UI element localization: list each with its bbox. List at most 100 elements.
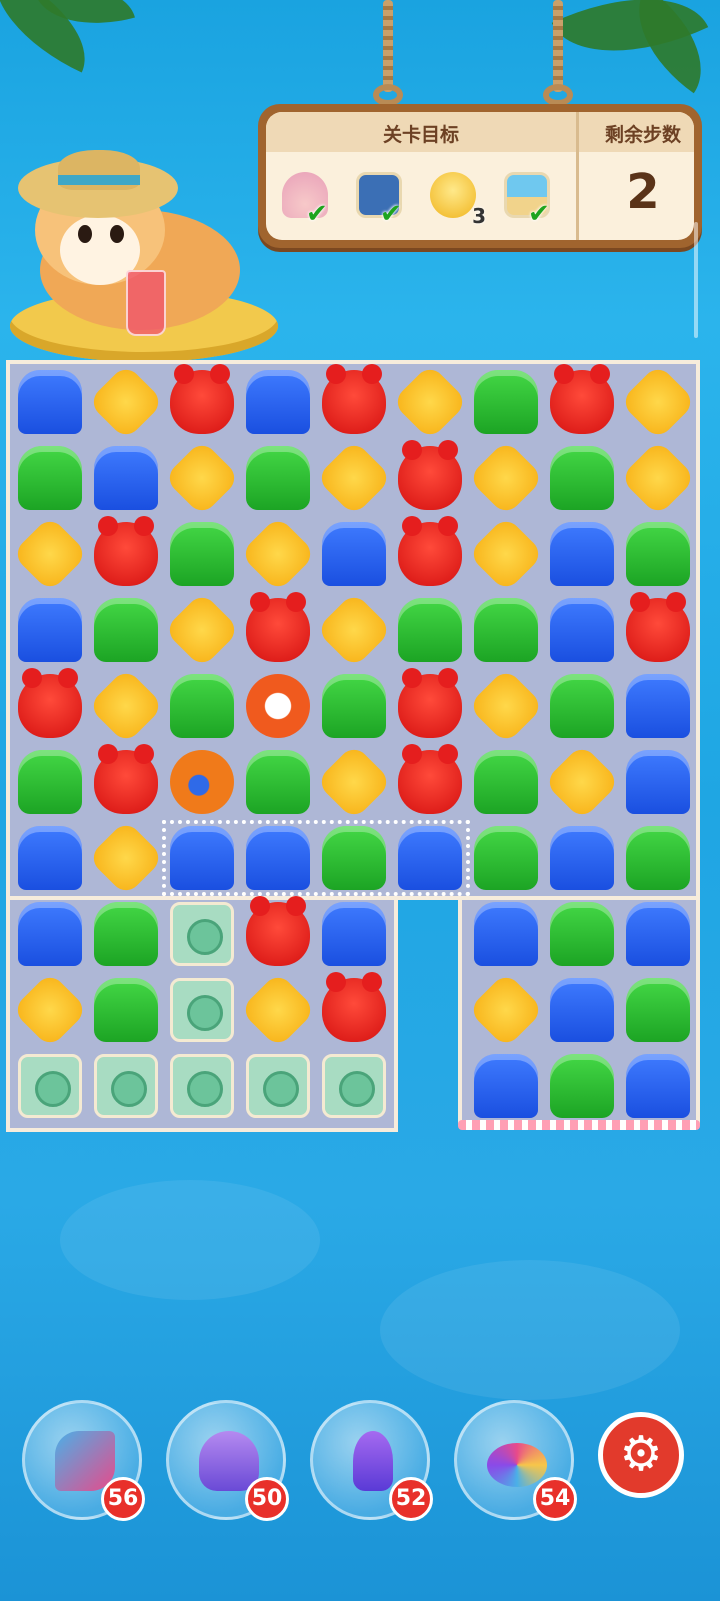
green-piece: [550, 1054, 614, 1118]
tile-red[interactable]: [392, 744, 468, 820]
tile-blue[interactable]: [12, 896, 88, 972]
tile-heli[interactable]: [164, 744, 240, 820]
tile-yellow[interactable]: [239, 971, 317, 1049]
check-icon: ✔: [380, 199, 402, 229]
tile-blue[interactable]: [240, 364, 316, 440]
tile-green[interactable]: [88, 592, 164, 668]
red-piece: [18, 668, 82, 738]
tile-red[interactable]: [316, 972, 392, 1048]
tile-yellow[interactable]: [87, 363, 165, 441]
tile-blue[interactable]: [164, 820, 240, 896]
tile-green[interactable]: [468, 820, 544, 896]
tile-camera[interactable]: [12, 1048, 88, 1124]
tile-red[interactable]: [316, 364, 392, 440]
tile-yellow[interactable]: [543, 743, 621, 821]
tile-green[interactable]: [544, 1048, 620, 1124]
tile-camera[interactable]: [88, 1048, 164, 1124]
tile-yellow[interactable]: [315, 591, 393, 669]
tile-green[interactable]: [544, 668, 620, 744]
rope: [383, 0, 393, 92]
tile-yellow[interactable]: [315, 743, 393, 821]
tile-green[interactable]: [468, 744, 544, 820]
tile-red[interactable]: [544, 364, 620, 440]
water-sparkle: [380, 1260, 680, 1400]
tile-blue[interactable]: [620, 744, 696, 820]
tile-red[interactable]: [392, 668, 468, 744]
red-piece: [398, 744, 462, 814]
tile-blue[interactable]: [12, 820, 88, 896]
tile-yellow[interactable]: [11, 971, 89, 1049]
tile-yellow[interactable]: [87, 667, 165, 745]
tile-yellow[interactable]: [163, 439, 241, 517]
booster-spinning-top[interactable]: 54: [454, 1400, 577, 1521]
tile-red[interactable]: [392, 516, 468, 592]
tile-red[interactable]: [620, 592, 696, 668]
tile-blue[interactable]: [468, 1048, 544, 1124]
tile-green[interactable]: [468, 364, 544, 440]
tile-green[interactable]: [620, 972, 696, 1048]
tile-blue[interactable]: [620, 668, 696, 744]
tile-green[interactable]: [468, 592, 544, 668]
tile-green[interactable]: [620, 820, 696, 896]
tile-green[interactable]: [620, 516, 696, 592]
tile-yellow[interactable]: [619, 363, 697, 441]
tile-green[interactable]: [12, 744, 88, 820]
tile-blue[interactable]: [544, 820, 620, 896]
tile-red[interactable]: [88, 516, 164, 592]
tile-green[interactable]: [164, 516, 240, 592]
tile-red[interactable]: [164, 364, 240, 440]
tile-blue[interactable]: [544, 592, 620, 668]
tile-green[interactable]: [88, 972, 164, 1048]
tile-yellow[interactable]: [11, 515, 89, 593]
tile-red[interactable]: [12, 668, 88, 744]
tile-camera[interactable]: [316, 1048, 392, 1124]
tile-green[interactable]: [164, 668, 240, 744]
tile-yellow[interactable]: [467, 439, 545, 517]
yellow-piece: [11, 515, 89, 593]
tile-green[interactable]: [88, 896, 164, 972]
tile-yellow[interactable]: [467, 971, 545, 1049]
tile-blue[interactable]: [544, 972, 620, 1048]
tile-camera[interactable]: [164, 896, 240, 972]
tile-green[interactable]: [392, 592, 468, 668]
tile-green[interactable]: [240, 744, 316, 820]
tile-green[interactable]: [544, 440, 620, 516]
tile-camera[interactable]: [164, 972, 240, 1048]
tile-yellow[interactable]: [315, 439, 393, 517]
tile-blue[interactable]: [468, 896, 544, 972]
tile-blue[interactable]: [620, 896, 696, 972]
booster-plane[interactable]: 50: [166, 1400, 289, 1521]
booster-rocket[interactable]: 52: [310, 1400, 433, 1521]
blue-piece: [550, 826, 614, 890]
tile-red[interactable]: [392, 440, 468, 516]
tile-yellow[interactable]: [467, 667, 545, 745]
tile-yellow[interactable]: [239, 515, 317, 593]
tile-blue[interactable]: [240, 820, 316, 896]
tile-blue[interactable]: [12, 592, 88, 668]
tile-yellow[interactable]: [619, 439, 697, 517]
tile-blue[interactable]: [12, 364, 88, 440]
settings-button[interactable]: ⚙: [598, 1412, 684, 1498]
tile-blue[interactable]: [544, 516, 620, 592]
tile-camera[interactable]: [240, 1048, 316, 1124]
tile-red[interactable]: [240, 896, 316, 972]
tile-yellow[interactable]: [391, 363, 469, 441]
tile-yellow[interactable]: [467, 515, 545, 593]
tile-green[interactable]: [316, 820, 392, 896]
tile-blue[interactable]: [316, 516, 392, 592]
tile-yellow[interactable]: [87, 819, 165, 897]
tile-red[interactable]: [88, 744, 164, 820]
tile-special[interactable]: [240, 668, 316, 744]
tile-green[interactable]: [316, 668, 392, 744]
tile-green[interactable]: [544, 896, 620, 972]
tile-blue[interactable]: [392, 820, 468, 896]
tile-blue[interactable]: [316, 896, 392, 972]
tile-blue[interactable]: [620, 1048, 696, 1124]
tile-yellow[interactable]: [163, 591, 241, 669]
tile-red[interactable]: [240, 592, 316, 668]
booster-hammer[interactable]: 56: [22, 1400, 145, 1521]
tile-camera[interactable]: [164, 1048, 240, 1124]
tile-blue[interactable]: [88, 440, 164, 516]
tile-green[interactable]: [240, 440, 316, 516]
tile-green[interactable]: [12, 440, 88, 516]
